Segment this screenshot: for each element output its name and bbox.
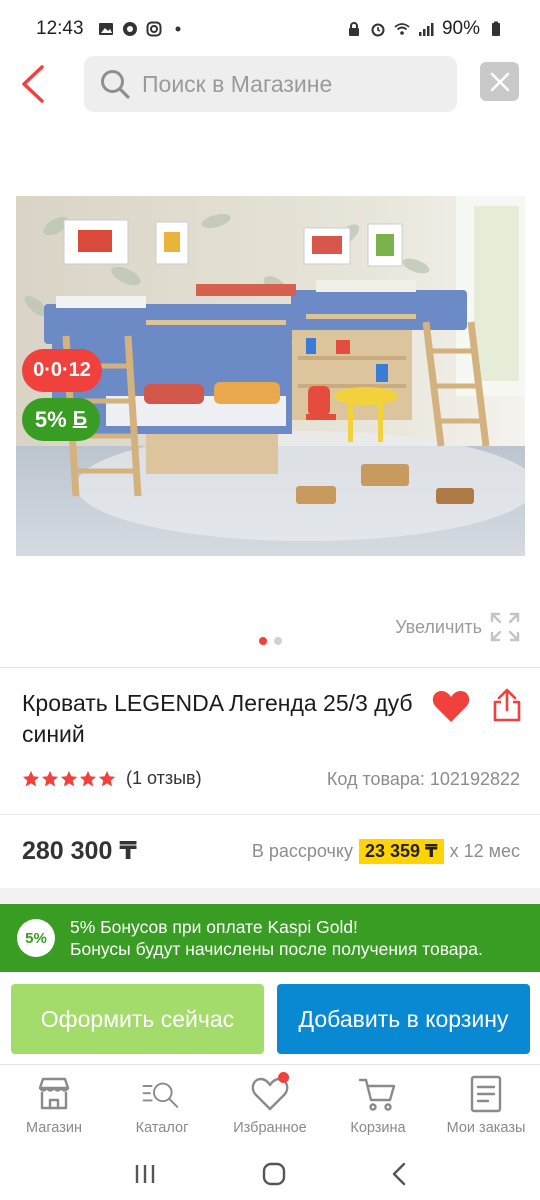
installment-suffix: х 12 мес [449,841,520,861]
gallery-pagination [259,637,282,645]
divider [0,667,540,668]
installment-info[interactable]: В рассрочку 23 359 ₸ х 12 мес [252,839,520,864]
favorite-heart-icon[interactable] [432,689,470,723]
gallery-dot[interactable] [274,637,282,645]
bonus-banner-text: 5% Бонусов при оплате Kaspi Gold! Бонусы… [70,916,483,960]
cart-icon [358,1078,396,1111]
close-icon [490,72,509,91]
bonus-percent-badge: 5% [17,919,55,957]
search-icon [101,70,130,99]
bonus-banner[interactable]: 5% 5% Бонусов при оплате Kaspi Gold! Бон… [0,904,540,972]
notification-icons [98,21,186,37]
product-rating[interactable]: (1 отзыв) [22,768,202,789]
bonus-badge-mark: Б [72,408,88,430]
orders-icon [470,1075,502,1113]
reviews-link[interactable]: (1 отзыв) [126,768,202,789]
chrome-icon [122,22,137,36]
tab-cart[interactable]: Корзина [324,1066,432,1148]
status-time: 12:43 [36,18,84,39]
bonus-line-2: Бонусы будут начислены после получения т… [70,939,483,959]
wifi-icon [394,23,410,35]
tab-orders[interactable]: Мои заказы [432,1066,540,1148]
gallery-icon [98,23,113,35]
lock-icon [348,22,359,36]
recent-apps-icon[interactable] [133,1163,157,1185]
installment-prefix: В рассрочку [251,841,353,861]
store-icon [38,1077,70,1110]
home-icon[interactable] [262,1162,286,1186]
bonus-badge-percent: 5% [34,406,67,432]
back-nav-icon[interactable] [391,1162,407,1186]
zoom-label: Увеличить [395,616,482,637]
instagram-icon [146,21,162,37]
add-to-cart-button[interactable]: Добавить в корзину [277,984,530,1054]
product-title: Кровать LEGENDA Легенда 25/3 дуб синий [22,690,413,747]
signal-icon [418,23,434,36]
tab-label: Каталог [135,1120,189,1136]
favorites-notification-dot [278,1072,289,1083]
back-arrow-icon[interactable] [18,64,48,104]
battery-percent: 90% [441,18,480,39]
battery-icon [492,21,500,36]
share-icon[interactable] [493,688,521,722]
buy-now-button[interactable]: Оформить сейчас [11,984,264,1054]
bonus-line-1: 5% Бонусов при оплате Kaspi Gold! [70,917,358,937]
star-icon [79,770,97,786]
expand-icon [490,612,520,642]
tab-label: Корзина [350,1120,406,1136]
rating-stars [22,770,116,788]
alarm-icon [371,23,385,37]
product-price: 280 300 ₸ [22,837,137,865]
bottom-tab-bar: Магазин Каталог Избранное Корзина Мои за… [0,1066,540,1148]
tab-label: Магазин [26,1120,82,1136]
star-icon [98,770,116,786]
gallery-dot-active[interactable] [259,637,267,645]
installment-amount: 23 359 ₸ [358,839,444,864]
bonus-badge: 5% Б [22,398,100,441]
search-placeholder: Поиск в Магазине [142,70,333,97]
divider [0,1064,540,1065]
section-separator [0,888,540,904]
system-nav-bar [0,1148,540,1200]
system-indicators: 90% [346,18,504,40]
zoom-button[interactable]: Увеличить [395,612,520,642]
star-icon [22,770,40,786]
tab-label: Избранное [233,1120,307,1136]
app-header: Поиск в Магазине [0,56,540,114]
catalog-search-icon [142,1082,179,1108]
search-input[interactable]: Поиск в Магазине [84,56,457,112]
tab-catalog[interactable]: Каталог [108,1066,216,1148]
tab-label: Мои заказы [446,1120,526,1136]
more-notifications-icon [175,26,181,32]
divider [0,814,540,815]
star-icon [41,770,59,786]
tab-store[interactable]: Магазин [0,1066,108,1148]
product-sku: Код товара: 102192822 [326,769,520,789]
installment-timer-badge: 0·0·12 [22,349,102,392]
tab-favorites[interactable]: Избранное [216,1066,324,1148]
star-icon [60,770,78,786]
status-bar: 12:43 90% [0,0,540,58]
close-button[interactable] [480,62,519,101]
